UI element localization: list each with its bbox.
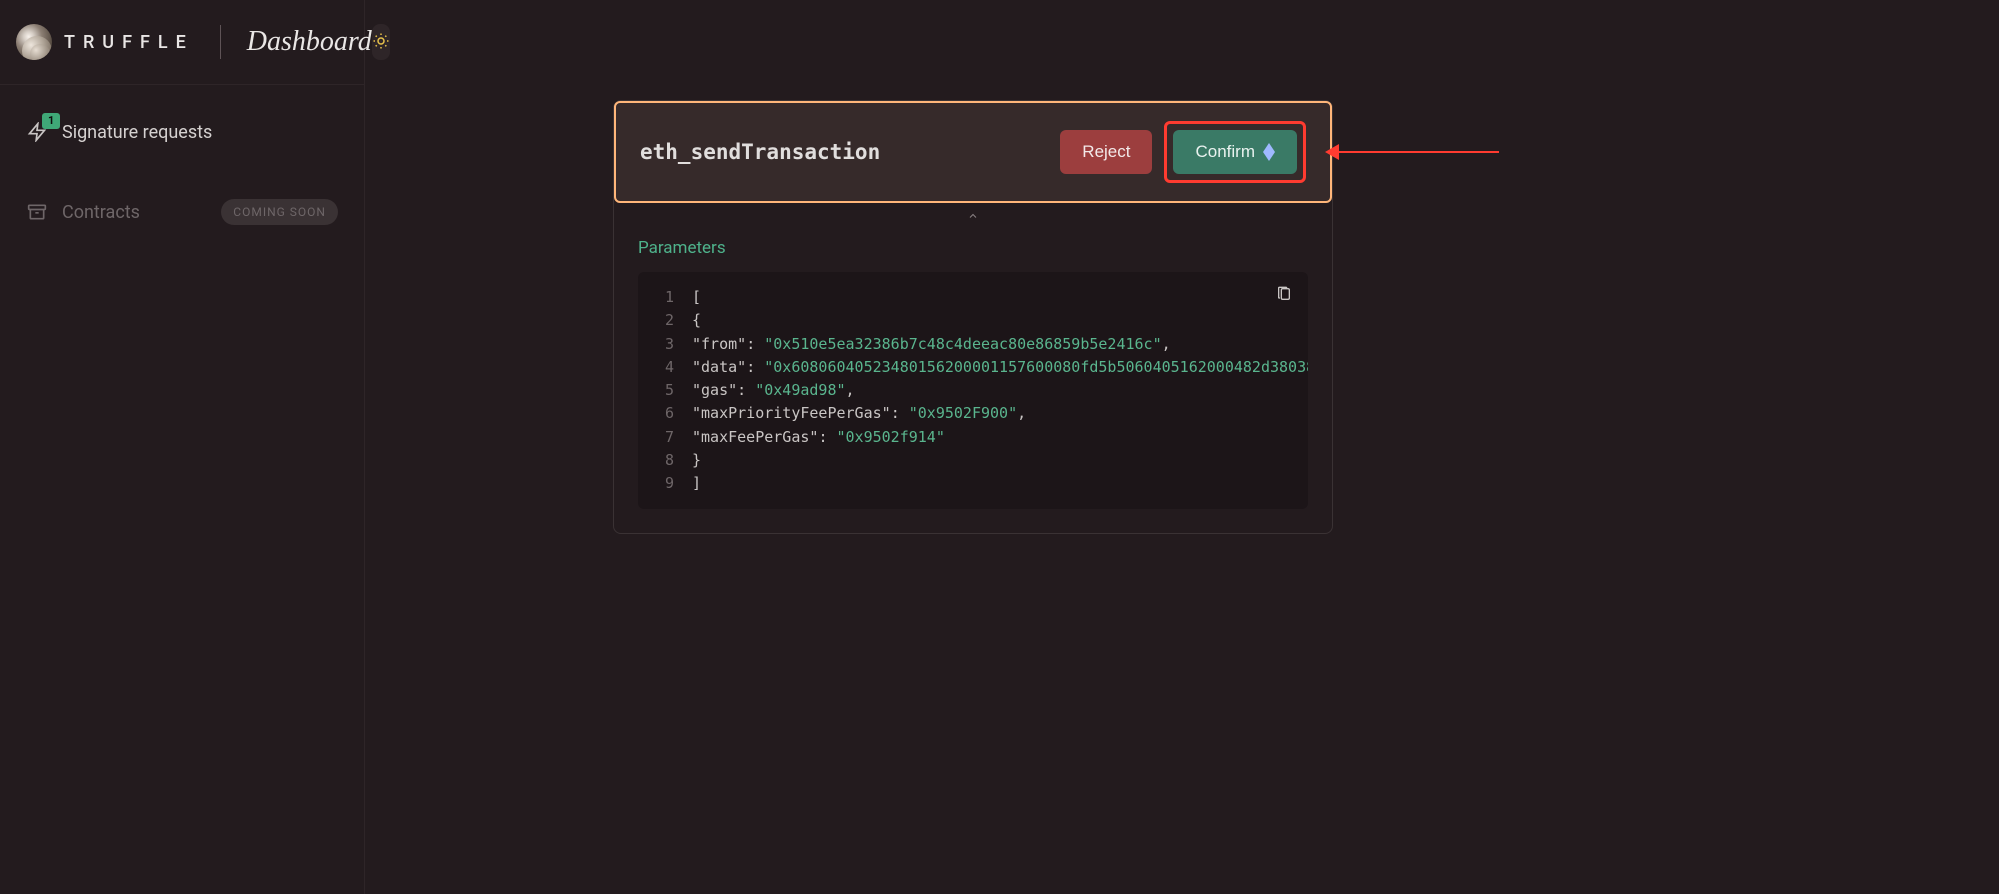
lightning-icon: 1: [26, 121, 48, 143]
transaction-header: eth_sendTransaction Reject Confirm: [614, 101, 1332, 203]
sidebar-item-label: Signature requests: [62, 122, 212, 143]
line-number: 8: [654, 449, 674, 472]
badge-count: 1: [42, 113, 60, 129]
code-line: 2 {: [654, 309, 1292, 332]
line-number: 1: [654, 286, 674, 309]
sidebar-item-contracts: Contracts COMING SOON: [12, 187, 352, 237]
clipboard-icon: [1276, 290, 1292, 305]
reject-button[interactable]: Reject: [1060, 130, 1152, 174]
parameters-code: 1[2 {3 "from": "0x510e5ea32386b7c48c4dee…: [638, 272, 1308, 509]
line-number: 9: [654, 472, 674, 495]
transaction-method: eth_sendTransaction: [640, 140, 880, 164]
transaction-body: Parameters 1[2 {3 "from": "0x510e5ea3238…: [614, 238, 1332, 533]
brand-text: TRUFFLE: [64, 32, 194, 53]
code-line: 1[: [654, 286, 1292, 309]
code-line: 3 "from": "0x510e5ea32386b7c48c4deeac80e…: [654, 333, 1292, 356]
confirm-highlight-box: Confirm: [1164, 121, 1306, 183]
divider: [220, 25, 221, 59]
code-line: 7 "maxFeePerGas": "0x9502f914": [654, 426, 1292, 449]
arrow-head-icon: [1325, 144, 1339, 160]
confirm-button[interactable]: Confirm: [1173, 130, 1297, 174]
nav: 1 Signature requests Contracts COMING SO…: [0, 85, 364, 293]
line-number: 5: [654, 379, 674, 402]
ethereum-icon: [1263, 143, 1275, 161]
line-number: 3: [654, 333, 674, 356]
sidebar-item-signature-requests[interactable]: 1 Signature requests: [12, 109, 352, 155]
line-number: 7: [654, 426, 674, 449]
truffle-logo-icon: [16, 24, 52, 60]
coming-soon-badge: COMING SOON: [221, 199, 338, 225]
code-line: 6 "maxPriorityFeePerGas": "0x9502F900",: [654, 402, 1292, 425]
transaction-actions: Reject Confirm: [1060, 121, 1306, 183]
header: TRUFFLE Dashboard: [0, 0, 364, 85]
line-number: 4: [654, 356, 674, 379]
main: eth_sendTransaction Reject Confirm Param…: [365, 0, 1999, 894]
confirm-button-label: Confirm: [1195, 142, 1255, 162]
code-line: 9]: [654, 472, 1292, 495]
header-title: Dashboard: [247, 26, 372, 58]
chevron-up-icon: [965, 207, 981, 226]
sidebar: TRUFFLE Dashboard 1: [0, 0, 365, 894]
line-number: 6: [654, 402, 674, 425]
annotation-arrow: [1325, 144, 1499, 160]
code-line: 5 "gas": "0x49ad98",: [654, 379, 1292, 402]
code-line: 8 }: [654, 449, 1292, 472]
arrow-line: [1339, 151, 1499, 153]
sidebar-item-label: Contracts: [62, 202, 140, 223]
code-line: 4 "data": "0x608060405234801562000011576…: [654, 356, 1292, 379]
collapse-toggle[interactable]: [614, 203, 1332, 230]
archive-icon: [26, 201, 48, 223]
line-number: 2: [654, 309, 674, 332]
copy-button[interactable]: [1274, 284, 1294, 307]
parameters-heading: Parameters: [638, 238, 1308, 258]
transaction-card: eth_sendTransaction Reject Confirm Param…: [613, 100, 1333, 534]
brand[interactable]: TRUFFLE Dashboard: [16, 24, 372, 60]
